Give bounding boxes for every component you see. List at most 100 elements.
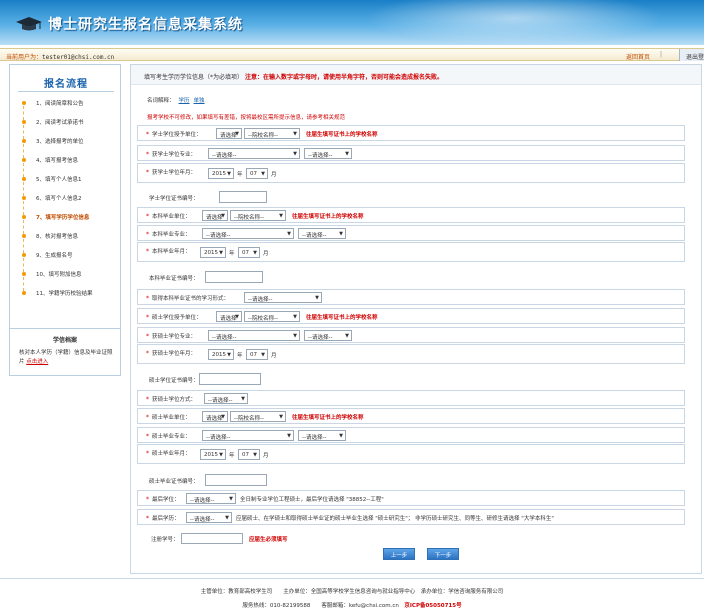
step-label: 2、阅读考试承诺书 [36, 120, 84, 126]
ug_major-major-select[interactable]: --请选择-- ▼ [298, 228, 346, 239]
ug_mode-select[interactable]: --请选择-- ▼ [244, 292, 322, 303]
field-label: 硕士学位证书编号： [149, 378, 199, 384]
archive-link[interactable]: 点击进入 [26, 359, 48, 365]
step-dot-icon [22, 253, 26, 257]
ug_year-month-select[interactable]: 07 ▼ [238, 247, 260, 258]
chevron-down-icon: ▼ [219, 250, 223, 256]
master_grad_unit-school-select[interactable]: --院校名称-- ▼ [230, 411, 286, 422]
master_degree_unit-school-select[interactable]: --院校名称-- ▼ [244, 311, 300, 322]
field-bachelor_year: * 获学士学位年月： 2015 ▼ 年 07 ▼ 月 [137, 163, 685, 183]
form-header-text: 填写考生学历学位信息（*为必填项） 注意：在输入数字或字母时，请使用半角字符，否… [144, 72, 443, 81]
logout-button[interactable]: 退出登 [679, 49, 704, 61]
bachelor_major-category-select[interactable]: --请选择-- ▼ [208, 148, 300, 159]
field-master_cert: 硕士学位证书编号： [143, 371, 691, 387]
ug_unit-province-select[interactable]: 请选择 ▼ [202, 210, 228, 221]
highest_degree-select[interactable]: --请选择-- ▼ [186, 493, 236, 504]
master_year-year-unit: 年 [237, 353, 243, 359]
required-star: * [146, 151, 149, 158]
highest_edu-select[interactable]: --请选择-- ▼ [186, 512, 232, 523]
master_year-month-select[interactable]: 07 ▼ [246, 349, 268, 360]
chevron-down-icon: ▼ [221, 414, 225, 420]
master_grad_unit-province-select[interactable]: 请选择 ▼ [202, 411, 228, 422]
master_major-category-select-value: --请选择-- [212, 335, 237, 341]
home-link[interactable]: 返回首页 [626, 52, 650, 61]
ug_unit-school-select[interactable]: --院校名称-- ▼ [230, 210, 286, 221]
field-label: 获学士学位专业： [152, 152, 197, 158]
required-star: * [146, 213, 149, 220]
field-reg_number: *注册学号：应届生必须填写 [137, 531, 685, 547]
field-label: 本科毕业年月： [152, 249, 191, 255]
master_grad_year-year-select[interactable]: 2015 ▼ [200, 449, 226, 460]
bachelor_major-major-select[interactable]: --请选择-- ▼ [304, 148, 352, 159]
footer-icp[interactable]: 京ICP备05050715号 [404, 603, 461, 609]
bachelor_cert-input[interactable] [219, 191, 267, 203]
required-star: * [146, 314, 149, 321]
field-master_major: * 获硕士学位专业： --请选择-- ▼ --请选择-- ▼ [137, 327, 685, 343]
userbar-separator: | [660, 51, 663, 58]
bachelor_degree_unit-province-select[interactable]: 请选择 ▼ [216, 128, 242, 139]
master_grad_cert-input[interactable] [205, 474, 267, 486]
master_grad_major-category-select[interactable]: --请选择-- ▼ [202, 430, 294, 441]
step-rail [23, 106, 25, 120]
field-label: 学士学位证书编号： [149, 196, 199, 202]
graduation-cap-icon [16, 17, 42, 31]
master_cert-input[interactable] [199, 373, 261, 385]
form-warning: 报考学校不可修改，如果填写有差错，按将最校区需所提示信息，请参考相关规范 [147, 115, 346, 121]
chevron-down-icon: ▼ [219, 452, 223, 458]
step-dot-icon [22, 234, 26, 238]
chevron-down-icon: ▼ [225, 515, 229, 521]
required-star: * [146, 433, 149, 440]
next-button[interactable]: 下一步 [427, 548, 459, 560]
step-rail [23, 163, 25, 177]
required-star: * [146, 231, 149, 238]
ug_unit-province-select-value: 请选择 [206, 215, 223, 221]
master_year-month-unit: 月 [271, 353, 277, 359]
step-dot-icon [22, 177, 26, 181]
step-dot-icon [22, 139, 26, 143]
master_major-major-select[interactable]: --请选择-- ▼ [304, 330, 352, 341]
step-rail [23, 182, 25, 196]
step-label: 4、填写报考信息 [36, 158, 78, 164]
master_grad_unit-province-select-value: 请选择 [206, 416, 223, 422]
field-label: 硕士毕业专业： [152, 434, 191, 440]
master_degree_unit-school-select-value: --院校名称-- [248, 316, 278, 322]
chevron-down-icon: ▼ [261, 352, 265, 358]
master_grad_major-category-select-value: --请选择-- [206, 435, 231, 441]
ug_year-year-select[interactable]: 2015 ▼ [200, 247, 226, 258]
master_mode-select[interactable]: --请选择-- ▼ [204, 393, 248, 404]
footer-phone: 服务热线：010-82199588 客服邮箱： [242, 603, 349, 609]
ug_cert-input[interactable] [205, 271, 263, 283]
form-header: 填写考生学历学位信息（*为必填项） 注意：在输入数字或字母时，请使用半角字符，否… [131, 65, 701, 85]
prev-button[interactable]: 上一步 [383, 548, 415, 560]
bachelor_year-year-select[interactable]: 2015 ▼ [208, 168, 234, 179]
master_year-year-select[interactable]: 2015 ▼ [208, 349, 234, 360]
master_major-category-select[interactable]: --请选择-- ▼ [208, 330, 300, 341]
field-label: 获硕士学位年月： [152, 351, 197, 357]
master_grad_major-major-select[interactable]: --请选择-- ▼ [298, 430, 346, 441]
step-label: 8、核对报考信息 [36, 234, 78, 240]
highest_degree-note: 全日制专业学位工程硕士，最后学位请选择 "38852--工程" [240, 497, 384, 503]
user-bar: 当前用户为：tester01@chsi.com.cn 返回首页 | 退出登 [0, 48, 704, 61]
field-label: 最后学位： [152, 497, 180, 503]
ug_year-year-unit: 年 [229, 251, 235, 257]
master_degree_unit-province-select[interactable]: 请选择 ▼ [216, 311, 242, 322]
ug_major-category-select[interactable]: --请选择-- ▼ [202, 228, 294, 239]
chevron-down-icon: ▼ [339, 231, 343, 237]
glossary-link-xueli[interactable]: 学历 [179, 98, 190, 104]
chevron-down-icon: ▼ [241, 396, 245, 402]
footer: 主管单位：教育部高校学生司 主办单位：全国高等学校学生信息咨询与就业指导中心 承… [0, 578, 704, 613]
field-label: 本科毕业单位： [152, 214, 191, 220]
highest_edu-select-value: --请选择-- [190, 517, 215, 523]
master_grad_year-month-select[interactable]: 07 ▼ [238, 449, 260, 460]
archive-box: 学信档案 核对本人学历（学籍）信息及毕业证照片 点击进入 [9, 328, 121, 376]
bachelor_degree_unit-school-select[interactable]: --院校名称-- ▼ [244, 128, 300, 139]
chevron-down-icon: ▼ [279, 213, 283, 219]
required-star: * [146, 350, 149, 357]
required-star: * [146, 414, 149, 421]
footer-email[interactable]: kefu@chsi.com.cn [349, 603, 399, 609]
step-dot-icon [22, 215, 26, 219]
reg_number-input[interactable] [181, 533, 243, 544]
glossary-link-dandu[interactable]: 单独 [194, 98, 205, 104]
bachelor_year-month-select[interactable]: 07 ▼ [246, 168, 268, 179]
step-rail [23, 144, 25, 158]
